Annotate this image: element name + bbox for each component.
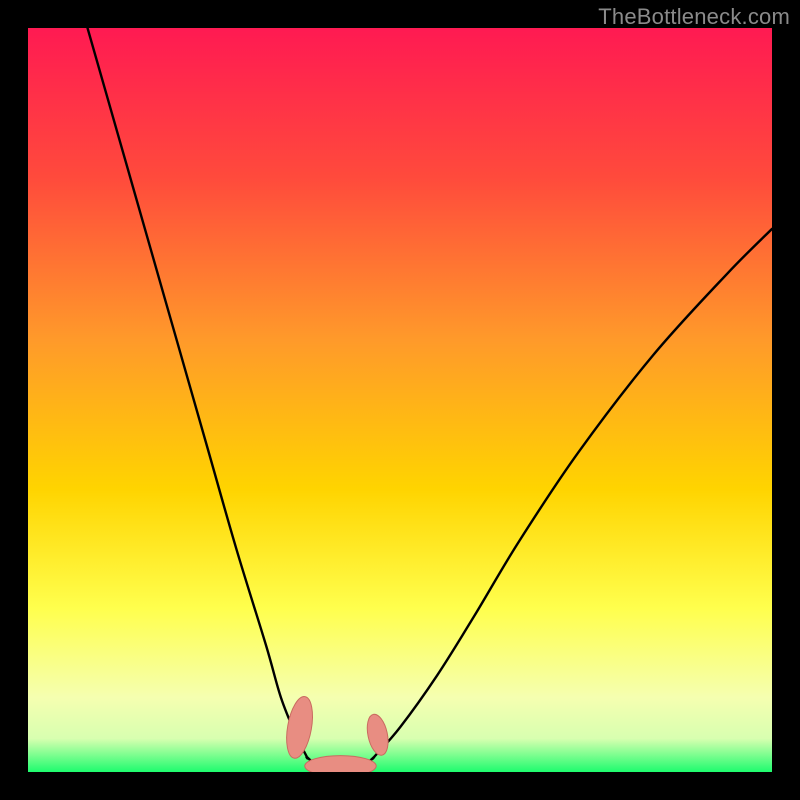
- outer-frame: TheBottleneck.com: [0, 0, 800, 800]
- right-cluster: [364, 712, 392, 757]
- bottleneck-curve: [88, 28, 772, 769]
- curve-layer: [28, 28, 772, 772]
- watermark-text: TheBottleneck.com: [598, 4, 790, 30]
- left-cluster: [282, 695, 316, 761]
- bottom-blob: [305, 756, 376, 772]
- plot-area: [28, 28, 772, 772]
